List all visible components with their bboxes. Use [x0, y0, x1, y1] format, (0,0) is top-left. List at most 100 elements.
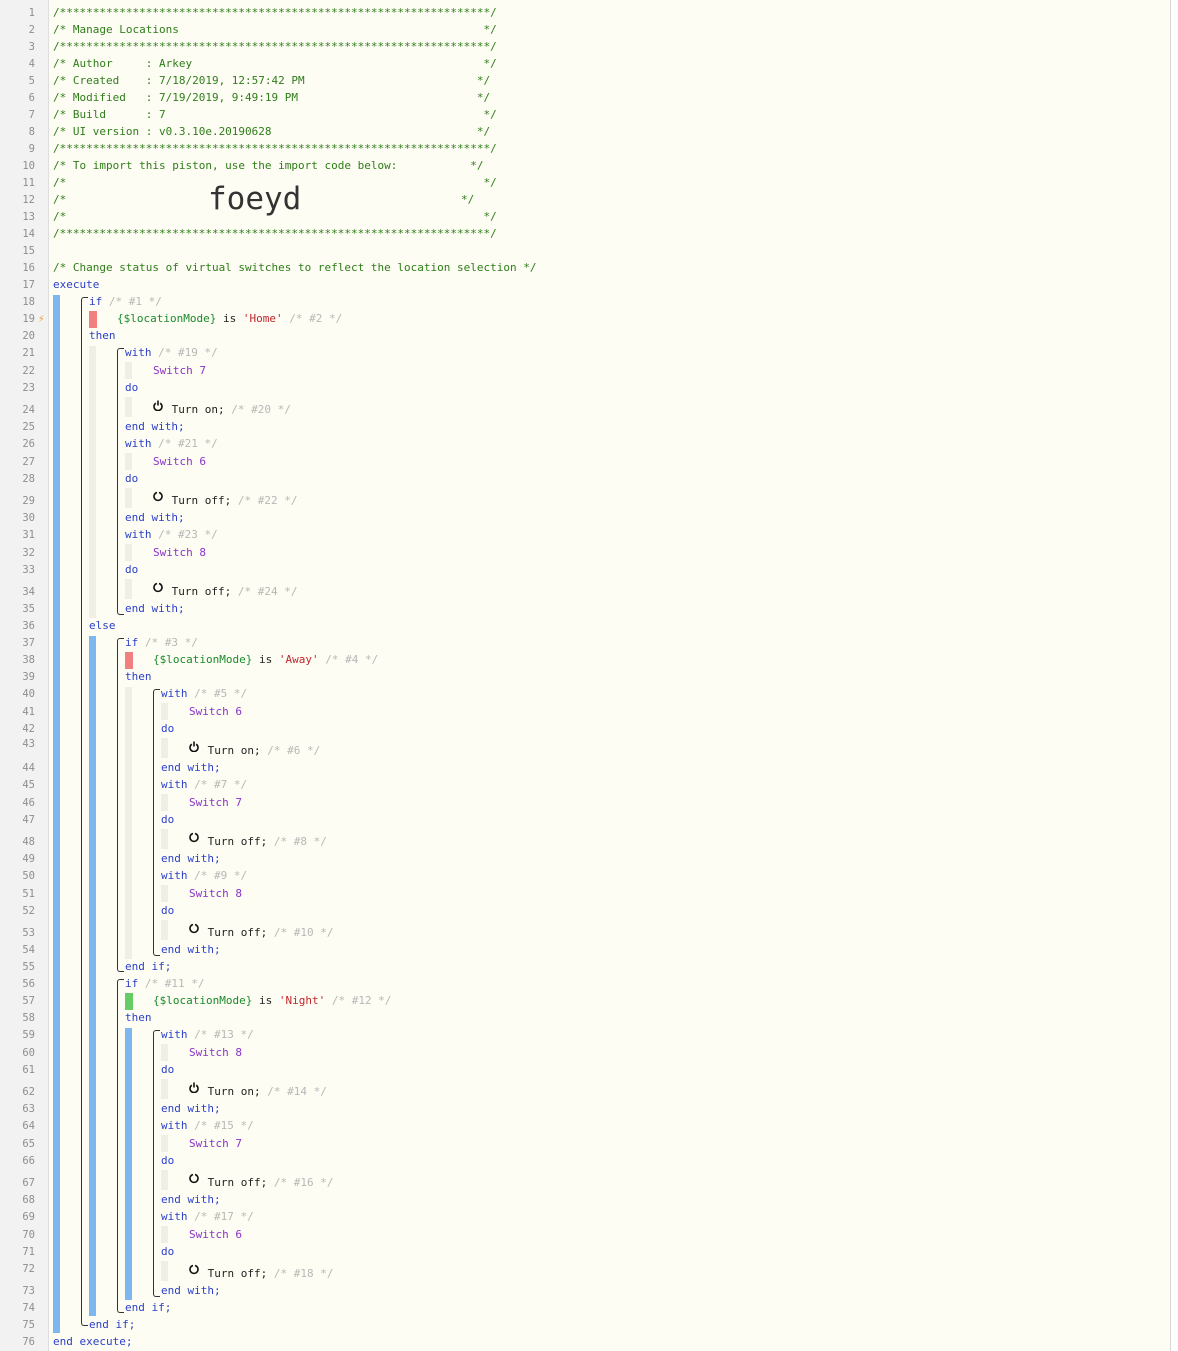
do-keyword: do [161, 1063, 175, 1076]
statement-id: /* #21 */ [151, 437, 218, 450]
power-off-icon [153, 491, 163, 502]
device-switch-7[interactable]: Switch 7 [153, 364, 206, 378]
turn-off-command: Turn off; [201, 1267, 268, 1280]
statement-id: /* #7 */ [187, 778, 248, 791]
condition-2[interactable]: {$locationMode} is 'Home' /* #2 */ [117, 312, 342, 326]
device-switch-8[interactable]: Switch 8 [189, 1046, 242, 1060]
line-number: 16 [22, 262, 35, 274]
line-number: 42 [22, 723, 35, 735]
with-statement-23[interactable]: with /* #23 */ [125, 528, 218, 542]
line-number: 55 [22, 961, 35, 973]
line-number: 62 [22, 1086, 35, 1098]
if-statement-1[interactable]: if /* #1 */ [89, 295, 162, 309]
device-bar [125, 453, 132, 470]
line-number: 24 [22, 404, 35, 416]
line-number: 56 [22, 978, 35, 990]
line-number: 58 [22, 1012, 35, 1024]
turn-off-action-8[interactable]: Turn off; /* #8 */ [201, 835, 327, 849]
device-switch-7[interactable]: Switch 7 [189, 796, 242, 810]
turn-on-action-20[interactable]: Turn on; /* #20 */ [165, 403, 291, 417]
do-keyword: do [161, 722, 175, 735]
turn-off-action-22[interactable]: Turn off; /* #22 */ [165, 494, 298, 508]
end-with-keyword: end with; [125, 420, 185, 433]
header-build: /* Build : 7 */ [53, 108, 497, 121]
condition-12[interactable]: {$locationMode} is 'Night' /* #12 */ [153, 994, 391, 1008]
turn-on-command: Turn on; [201, 744, 261, 757]
header-border: /***************************************… [53, 40, 497, 53]
device-switch-8[interactable]: Switch 8 [189, 887, 242, 901]
statement-id: /* #14 */ [260, 1085, 327, 1098]
header-blank: /* */ [53, 210, 497, 223]
line-number: 39 [22, 671, 35, 683]
line-number: 2 [28, 24, 35, 36]
line-number: 32 [22, 547, 35, 559]
line-number: 48 [22, 836, 35, 848]
with-statement-7[interactable]: with /* #7 */ [161, 778, 247, 792]
line-number: 4 [28, 58, 35, 70]
line-number: 71 [22, 1246, 35, 1258]
device-switch-7[interactable]: Switch 7 [189, 1137, 242, 1151]
execute-keyword[interactable]: execute [53, 278, 99, 292]
line-number: 59 [22, 1029, 35, 1041]
device-switch-6[interactable]: Switch 6 [153, 455, 206, 469]
if-statement-11[interactable]: if /* #11 */ [125, 977, 204, 991]
line-number: 46 [22, 797, 35, 809]
home-value: 'Home' [242, 312, 283, 325]
with-statement-9[interactable]: with /* #9 */ [161, 869, 247, 883]
condition-4[interactable]: {$locationMode} is 'Away' /* #4 */ [153, 653, 378, 667]
line-number: 52 [22, 905, 35, 917]
location-mode-variable: {$locationMode} [153, 653, 253, 666]
power-off-icon [189, 923, 199, 934]
header-blank-right: */ [461, 193, 475, 206]
end-with-keyword: end with; [161, 761, 221, 774]
line-number: 70 [22, 1229, 35, 1241]
end-with-keyword: end with; [161, 943, 221, 956]
device-bar [161, 1135, 168, 1152]
turn-off-action-18[interactable]: Turn off; /* #18 */ [201, 1267, 334, 1281]
with-statement-17[interactable]: with /* #17 */ [161, 1210, 254, 1224]
device-switch-6[interactable]: Switch 6 [189, 705, 242, 719]
end-with-keyword: end with; [161, 1102, 221, 1115]
statement-id: /* #18 */ [267, 1267, 334, 1280]
statement-id: /* #17 */ [187, 1210, 254, 1223]
do-block-bar [161, 920, 168, 940]
with-statement-5[interactable]: with /* #5 */ [161, 687, 247, 701]
if-statement-3[interactable]: if /* #3 */ [125, 636, 198, 650]
with-statement-13[interactable]: with /* #13 */ [161, 1028, 254, 1042]
then-block-bar [125, 687, 132, 959]
turn-off-command: Turn off; [165, 494, 232, 507]
if-keyword: if [89, 295, 103, 308]
line-number: 31 [22, 529, 35, 541]
with-statement-21[interactable]: with /* #21 */ [125, 437, 218, 451]
turn-off-action-16[interactable]: Turn off; /* #16 */ [201, 1176, 334, 1190]
power-off-icon [189, 1264, 199, 1275]
with-statement-19[interactable]: with /* #19 */ [125, 346, 218, 360]
else-keyword: else [89, 619, 116, 632]
statement-id: /* #12 */ [325, 994, 392, 1007]
statement-id: /* #4 */ [318, 653, 379, 666]
line-number: 65 [22, 1138, 35, 1150]
turn-on-action-14[interactable]: Turn on; /* #14 */ [201, 1085, 327, 1099]
power-off-icon [153, 582, 163, 593]
turn-off-action-24[interactable]: Turn off; /* #24 */ [165, 585, 298, 599]
line-number: 66 [22, 1155, 35, 1167]
condition-false-marker [89, 311, 97, 328]
header-border: /***************************************… [53, 142, 497, 155]
header-import-note: /* To import this piston, use the import… [53, 159, 484, 172]
end-with-keyword: end with; [161, 1193, 221, 1206]
piston-editor: 1 2 3 4 5 6 7 8 9 10 11 12 13 14 15 16 17 18 19 20 21 22 23 24 2… [0, 0, 1171, 1351]
turn-off-action-10[interactable]: Turn off; /* #10 */ [201, 926, 334, 940]
line-number: 5 [28, 75, 35, 87]
with-statement-15[interactable]: with /* #15 */ [161, 1119, 254, 1133]
do-block-bar [161, 738, 168, 758]
with-keyword: with [161, 1028, 188, 1041]
header-title: /* Manage Locations */ [53, 23, 497, 36]
end-if-keyword: end if; [89, 1318, 136, 1331]
device-bar [161, 794, 168, 811]
device-switch-6[interactable]: Switch 6 [189, 1228, 242, 1242]
device-switch-8[interactable]: Switch 8 [153, 546, 206, 560]
do-block-bar [161, 1261, 168, 1281]
turn-on-action-6[interactable]: Turn on; /* #6 */ [201, 744, 321, 758]
device-bar [125, 362, 132, 379]
with-keyword: with [161, 869, 188, 882]
